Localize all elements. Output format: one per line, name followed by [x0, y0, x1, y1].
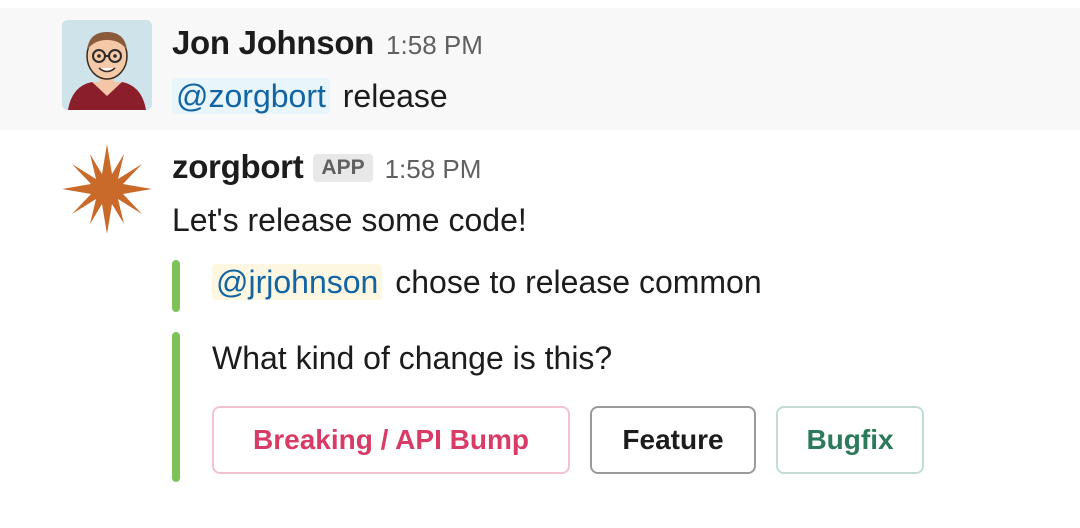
- attachment-question: What kind of change is this?: [212, 340, 613, 376]
- feature-button[interactable]: Feature: [590, 406, 756, 474]
- avatar-cartoon-man-glasses-icon: [62, 20, 152, 110]
- timestamp[interactable]: 1:58 PM: [385, 154, 482, 185]
- app-badge: APP: [313, 154, 373, 182]
- message-jon-johnson: Jon Johnson 1:58 PM @zorgbort release: [0, 8, 1080, 130]
- bot-avatar[interactable]: [60, 142, 154, 236]
- message-body: @zorgbort release: [172, 78, 448, 115]
- mention-link[interactable]: @jrjohnson: [212, 264, 383, 300]
- starburst-icon: [62, 144, 152, 234]
- message-text: Let's release some code!: [172, 202, 527, 238]
- message-header: Jon Johnson 1:58 PM: [172, 24, 483, 62]
- attachment-text: @jrjohnson chose to release common: [212, 264, 762, 301]
- bugfix-button[interactable]: Bugfix: [776, 406, 924, 474]
- attachment-bar: [172, 332, 180, 482]
- message-text: release: [342, 78, 448, 114]
- mention-link[interactable]: @zorgbort: [172, 78, 330, 114]
- avatar[interactable]: [62, 20, 152, 110]
- attachment-bar: [172, 260, 180, 312]
- action-buttons: Breaking / API Bump Feature Bugfix: [212, 406, 924, 474]
- timestamp[interactable]: 1:58 PM: [386, 30, 483, 61]
- message-header: zorgbort APP 1:58 PM: [172, 148, 481, 186]
- sender-name[interactable]: Jon Johnson: [172, 24, 374, 62]
- attachment-message: chose to release common: [395, 264, 762, 300]
- message-zorgbort: zorgbort APP 1:58 PM Let's release some …: [0, 130, 1080, 528]
- breaking-api-bump-button[interactable]: Breaking / API Bump: [212, 406, 570, 474]
- sender-name[interactable]: zorgbort: [172, 148, 304, 186]
